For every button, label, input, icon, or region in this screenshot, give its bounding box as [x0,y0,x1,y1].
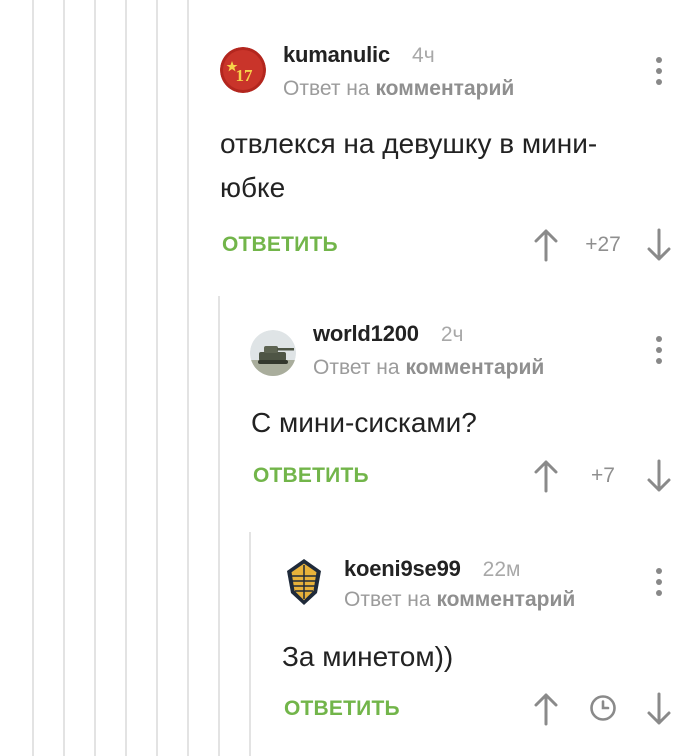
reply-to-prefix: Ответ на [313,356,400,379]
upvote-arrow-icon[interactable] [533,692,559,726]
reply-to-link[interactable]: комментарий [436,588,575,611]
timestamp: 4ч [412,44,435,67]
username[interactable]: koeni9se99 [344,556,461,582]
reply-to-prefix: Ответ на [344,588,431,611]
reply-button[interactable]: ОТВЕТИТЬ [222,233,338,257]
reply-to-link[interactable]: комментарий [405,356,544,379]
avatar-image [250,330,296,376]
timestamp: 2ч [440,323,464,346]
avatar-image [287,559,321,605]
avatar-image: 17 [220,47,266,93]
reply-to: Ответ на комментарий [344,588,575,612]
reply-button[interactable]: ОТВЕТИТЬ [253,464,369,488]
comment: world1200 2ч Ответ на комментарий С мини… [0,300,700,520]
kebab-menu-icon[interactable] [654,336,664,364]
reply-to: Ответ на комментарий [313,356,544,380]
downvote-arrow-icon[interactable] [646,459,672,493]
rating-value: +7 [591,464,615,487]
comment-text: отвлекся на девушку в мини-юбке [220,128,598,203]
kebab-menu-icon[interactable] [654,568,664,596]
comment: koeni9se99 22м Ответ на комментарий За м… [0,536,700,756]
avatar[interactable]: 17 [220,47,266,93]
reply-to-prefix: Ответ на [283,77,370,100]
reply-to: Ответ на комментарий [283,77,514,101]
upvote-arrow-icon[interactable] [533,459,559,493]
reply-to-link[interactable]: комментарий [375,77,514,100]
reply-button[interactable]: ОТВЕТИТЬ [284,697,400,721]
avatar-label: 17 [236,66,254,85]
avatar[interactable] [281,557,327,607]
username[interactable]: kumanulic [283,42,390,68]
clock-icon [588,693,618,723]
timestamp: 22м [482,558,521,581]
comment-text: С мини-сисками? [251,407,477,438]
upvote-arrow-icon[interactable] [533,228,559,262]
avatar[interactable] [250,330,296,376]
comment: 17 kumanulic 4ч Ответ на комментарий отв… [0,0,700,280]
comment-text: За минетом)) [282,641,454,672]
downvote-arrow-icon[interactable] [646,228,672,262]
rating-value: +27 [585,233,621,256]
username[interactable]: world1200 [313,321,419,347]
kebab-menu-icon[interactable] [654,57,664,85]
downvote-arrow-icon[interactable] [646,692,672,726]
